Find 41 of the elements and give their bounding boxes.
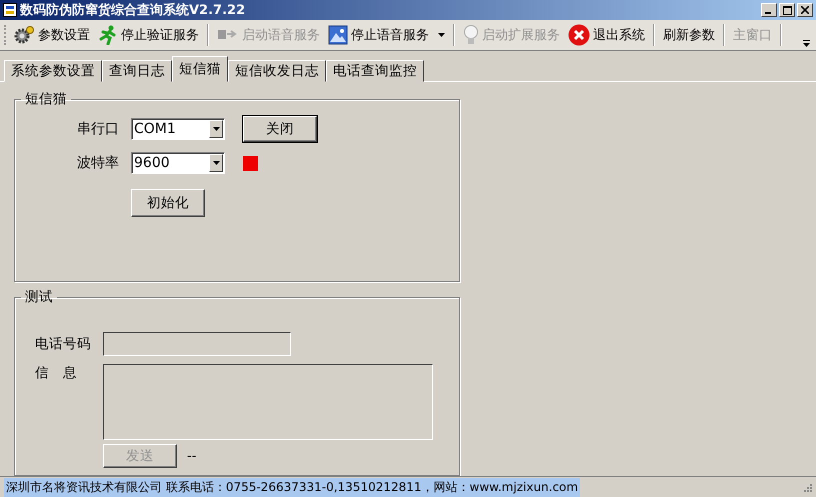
tab[interactable]: 查询日志 (102, 60, 172, 82)
maximize-button[interactable] (779, 3, 795, 17)
tab[interactable]: 电话查询监控 (326, 60, 424, 82)
runner-icon (98, 25, 118, 45)
status-bar-text: 深圳市名将资讯技术有限公司 联系电话：0755-26637331-0,13510212811，网站：www.mjzixun.com (4, 478, 580, 496)
serial-port-dropdown[interactable]: COM1 (131, 118, 225, 140)
close-button[interactable] (797, 3, 813, 17)
group-title: 测试 (24, 288, 54, 306)
toolbar-button[interactable]: 停止验证服务 (95, 22, 202, 48)
tab[interactable]: 短信收发日志 (228, 60, 326, 82)
image-icon (328, 25, 348, 45)
tab[interactable]: 短信猫 (172, 56, 228, 82)
window-title: 数码防伪防窜货综合查询系统V2.7.22 (20, 2, 246, 19)
group-title: 短信猫 (24, 90, 68, 108)
toolbar-button[interactable]: 退出系统 (565, 22, 648, 48)
phone-number-field[interactable] (103, 332, 291, 356)
close-icon (568, 24, 590, 46)
baud-rate-dropdown[interactable]: 9600 (131, 152, 225, 174)
initialize-button[interactable]: 初始化 (131, 189, 205, 217)
toolbar-button[interactable]: 参数设置 (10, 22, 93, 48)
message-label: 信 息 (35, 364, 78, 382)
dropdown-arrow-icon (212, 161, 220, 165)
toolbar-button[interactable]: 刷新参数 (660, 22, 718, 48)
message-field[interactable] (103, 364, 433, 440)
tab[interactable]: 系统参数设置 (4, 60, 102, 82)
close-icon (801, 6, 809, 14)
lightbulb-icon (463, 24, 479, 46)
dropdown-arrow-icon (212, 127, 220, 131)
phone-number-label: 电话号码 (35, 335, 92, 353)
baud-rate-label: 波特率 (77, 154, 120, 172)
maximize-icon (782, 6, 792, 14)
dropdown-arrow-icon (438, 33, 445, 37)
send-status: -- (187, 448, 196, 464)
serial-port-label: 串行口 (77, 120, 120, 138)
toolbar-overflow-icon[interactable] (803, 40, 810, 47)
toolbar-button[interactable]: 停止语音服务 (325, 22, 448, 48)
close-port-button[interactable]: 关闭 (243, 116, 317, 142)
resize-grip-icon[interactable] (802, 482, 812, 492)
app-icon (3, 3, 17, 17)
gear-icon (13, 25, 35, 45)
minimize-button[interactable] (761, 3, 777, 17)
